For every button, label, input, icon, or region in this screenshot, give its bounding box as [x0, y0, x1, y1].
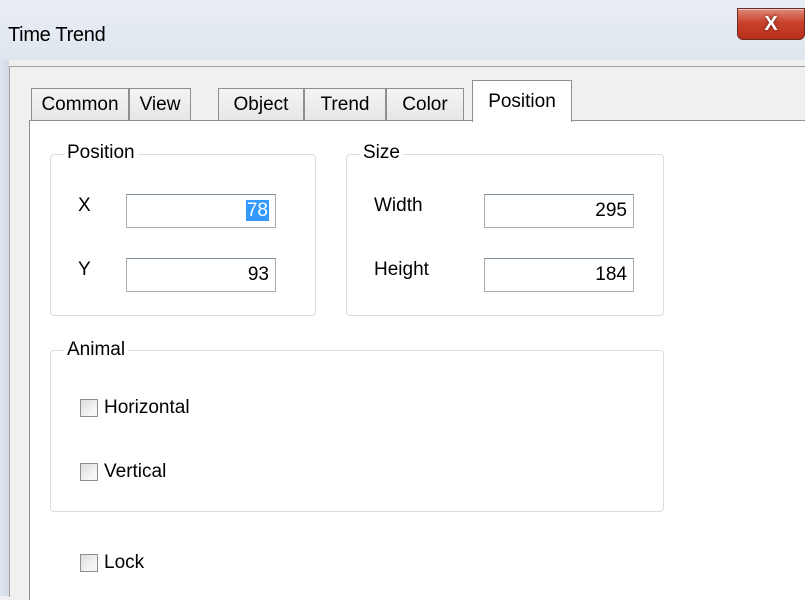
horizontal-checkbox-row[interactable]: Horizontal — [80, 397, 190, 419]
size-group-label: Size — [360, 142, 403, 164]
y-label: Y — [78, 259, 91, 280]
tab-object[interactable]: Object — [218, 88, 304, 120]
lock-label: Lock — [104, 552, 145, 573]
x-label: X — [78, 195, 91, 216]
y-input[interactable]: 93 — [126, 258, 276, 292]
vertical-checkbox[interactable] — [80, 463, 98, 481]
animal-group-label: Animal — [64, 339, 129, 361]
tab-common[interactable]: Common — [31, 88, 129, 120]
lock-checkbox-row[interactable]: Lock — [80, 552, 144, 574]
width-label: Width — [374, 195, 423, 216]
window-title: Time Trend — [8, 24, 106, 46]
lock-checkbox[interactable] — [80, 554, 98, 572]
tab-view[interactable]: View — [129, 88, 191, 120]
tab-position[interactable]: Position — [472, 80, 572, 122]
vertical-checkbox-row[interactable]: Vertical — [80, 461, 166, 483]
position-group-label: Position — [64, 142, 138, 164]
horizontal-checkbox[interactable] — [80, 399, 98, 417]
close-button[interactable]: X — [737, 8, 805, 40]
tab-color[interactable]: Color — [386, 88, 464, 120]
title-bar: Time Trend X — [0, 0, 805, 60]
tab-trend[interactable]: Trend — [304, 88, 386, 120]
x-value: 78 — [245, 200, 269, 221]
height-label: Height — [374, 259, 429, 280]
height-input[interactable]: 184 — [484, 258, 634, 292]
width-input[interactable]: 295 — [484, 194, 634, 228]
vertical-label: Vertical — [104, 461, 167, 482]
horizontal-label: Horizontal — [104, 397, 190, 418]
x-input[interactable]: 78 — [126, 194, 276, 228]
window-frame-left — [0, 60, 9, 596]
close-icon: X — [764, 12, 778, 35]
animal-group — [50, 350, 664, 512]
